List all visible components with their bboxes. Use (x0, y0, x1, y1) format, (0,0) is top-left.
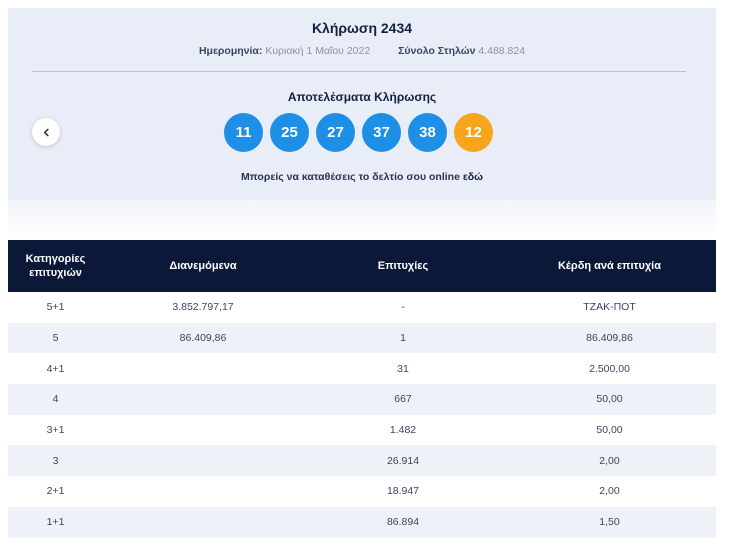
bonus-number-ball: 12 (454, 113, 493, 152)
table-header-row: Κατηγορίες επιτυχιών Διανεμόμενα Επιτυχί… (8, 240, 716, 292)
category-cell: 5 (52, 332, 59, 345)
distributed-cell (103, 476, 303, 507)
date-label: Ημερομηνία: (198, 45, 263, 57)
distributed-cell: 86.409,86 (179, 332, 227, 345)
winners-cell: - (401, 301, 405, 314)
category-cell: 2+1 (46, 485, 65, 498)
deposit-text: Μπορείς να καταθέσεις το δελτίο σου onli… (240, 171, 463, 183)
spacer-strip (8, 200, 716, 238)
prize-table: Κατηγορίες επιτυχιών Διανεμόμενα Επιτυχί… (8, 240, 716, 538)
category-cell: 4+1 (46, 362, 65, 375)
category-cell: 4 (52, 393, 59, 406)
draw-title: Κλήρωση 2434 (311, 20, 413, 36)
draw-meta: Ημερομηνία: Κυριακή 1 Μαΐου 2022 Σύνολο … (8, 45, 716, 57)
prize-cell: 2,00 (599, 485, 620, 498)
table-row: 4 667 50,00 (8, 384, 716, 415)
winners-cell: 1 (400, 332, 406, 345)
winners-cell: 26.914 (386, 454, 420, 467)
number-ball: 27 (316, 113, 355, 152)
number-ball: 37 (362, 113, 401, 152)
winners-cell: 31 (397, 362, 409, 375)
table-row: 4+1 31 2.500,00 (8, 353, 716, 385)
distributed-cell (103, 384, 303, 415)
results-title: Αποτελέσματα Κλήρωσης (287, 90, 437, 104)
header-category: Κατηγορίες επιτυχιών (25, 252, 86, 279)
prize-cell: 2.500,00 (589, 362, 630, 375)
distributed-cell (103, 507, 303, 538)
table-body: 5+1 3.852.797,17 - ΤΖΑΚ-ΠΟΤ 5 86.409,86 … (8, 292, 716, 538)
divider (32, 71, 686, 72)
prize-cell: 50,00 (596, 393, 623, 406)
table-row: 5+1 3.852.797,17 - ΤΖΑΚ-ΠΟΤ (8, 292, 716, 323)
number-ball: 38 (408, 113, 447, 152)
header-distributed: Διανεμόμενα (169, 260, 237, 272)
table-row: 1+1 86.894 1,50 (8, 506, 716, 538)
columns-value: 4.488.824 (478, 45, 526, 57)
distributed-cell: 3.852.797,17 (172, 301, 234, 314)
prize-cell: 2,00 (599, 454, 620, 467)
table-row: 2+1 18.947 2,00 (8, 476, 716, 507)
table-row: 3 26.914 2,00 (8, 445, 716, 477)
draw-info-panel: Κλήρωση 2434 Ημερομηνία: Κυριακή 1 Μαΐου… (8, 8, 716, 200)
category-cell: 3+1 (46, 424, 65, 437)
number-ball: 11 (224, 113, 263, 152)
table-row: 5 86.409,86 1 86.409,86 (8, 322, 716, 354)
prize-cell: 86.409,86 (586, 332, 633, 345)
header-winners: Επιτυχίες (377, 260, 429, 272)
number-ball: 25 (270, 113, 309, 152)
chevron-left-icon (43, 128, 49, 136)
deposit-link[interactable]: εδώ (463, 171, 483, 183)
table-row: 3+1 1.482 50,00 (8, 414, 716, 446)
deposit-note: Μπορείς να καταθέσεις το δελτίο σου onli… (8, 171, 716, 183)
category-cell: 1+1 (46, 516, 65, 529)
winners-cell: 667 (394, 393, 412, 406)
winners-cell: 86.894 (386, 516, 420, 529)
previous-draw-button[interactable] (32, 118, 60, 146)
date-value: Κυριακή 1 Μαΐου 2022 (265, 45, 371, 57)
category-cell: 5+1 (46, 301, 65, 314)
distributed-cell (103, 415, 303, 446)
winners-cell: 1.482 (389, 424, 417, 437)
columns-label: Σύνολο Στηλών (398, 45, 476, 57)
prize-cell: 1,50 (599, 516, 620, 529)
winners-cell: 18.947 (386, 485, 420, 498)
distributed-cell (103, 445, 303, 476)
winning-numbers: 11 25 27 37 38 12 (224, 113, 493, 152)
prize-cell: 50,00 (596, 424, 623, 437)
distributed-cell (103, 353, 303, 384)
category-cell: 3 (52, 454, 59, 467)
header-prize-per-winner: Κέρδη ανά επιτυχία (557, 260, 662, 272)
prize-cell: ΤΖΑΚ-ΠΟΤ (583, 301, 636, 314)
